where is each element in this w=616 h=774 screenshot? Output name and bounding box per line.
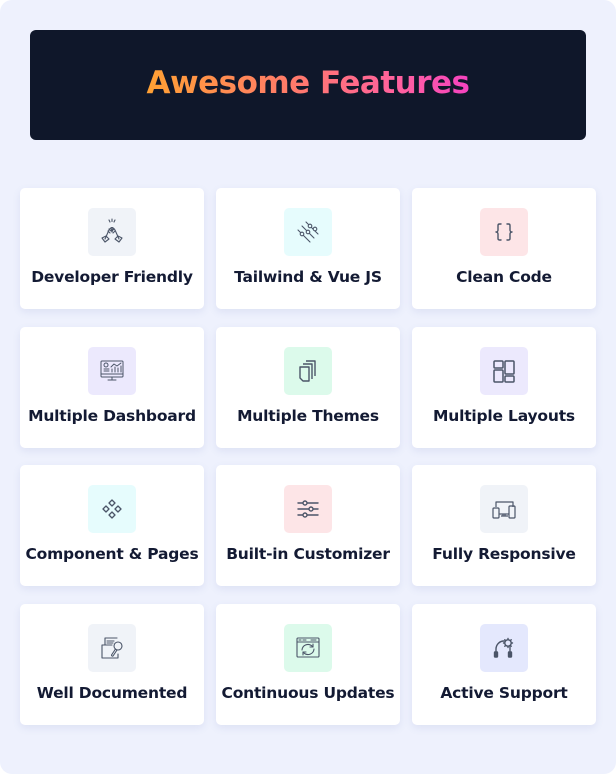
- feature-card-multiple-themes[interactable]: Multiple Themes: [216, 326, 400, 448]
- feature-card-well-documented[interactable]: Well Documented: [20, 603, 204, 725]
- icon-box: [284, 623, 332, 672]
- icon-box: [88, 623, 136, 672]
- icon-box: [284, 485, 332, 533]
- feature-card-continuous-updates[interactable]: Continuous Updates: [216, 603, 400, 725]
- icon-box: [284, 208, 332, 256]
- features-banner: Awesome Features: [30, 30, 586, 140]
- feature-label: Tailwind & Vue JS: [234, 268, 382, 286]
- feature-card-multiple-layouts[interactable]: Multiple Layouts: [412, 326, 596, 448]
- feature-card-built-in-customizer[interactable]: Built-in Customizer: [216, 465, 400, 586]
- feature-label: Built-in Customizer: [226, 545, 390, 563]
- icon-box: [284, 346, 332, 395]
- icon-box: [88, 208, 136, 256]
- sliders-diagonal-icon: [297, 221, 319, 243]
- browser-refresh-icon: [296, 636, 320, 658]
- icon-box: [480, 485, 528, 533]
- feature-card-clean-code[interactable]: Clean Code: [412, 188, 596, 309]
- icon-box: [480, 208, 528, 256]
- sliders-horizontal-icon: [297, 500, 319, 518]
- feature-label: Multiple Themes: [237, 406, 379, 425]
- feature-card-active-support[interactable]: Active Support: [412, 603, 596, 725]
- icon-box: [88, 346, 136, 395]
- icon-box: [88, 485, 136, 533]
- components-diamond-icon: [102, 499, 122, 519]
- feature-card-multiple-dashboard[interactable]: Multiple Dashboard: [20, 326, 204, 448]
- banner-title: Awesome Features: [146, 65, 470, 101]
- icon-box: [480, 346, 528, 395]
- feature-card-component-pages[interactable]: Component & Pages: [20, 465, 204, 586]
- feature-label: Fully Responsive: [432, 545, 576, 563]
- responsive-devices-icon: [492, 501, 516, 519]
- document-search-icon: [101, 636, 123, 659]
- feature-label: Multiple Dashboard: [28, 406, 196, 425]
- features-grid: Developer Friendly Tailwind & Vue JS Cle…: [20, 188, 596, 725]
- feature-card-developer-friendly[interactable]: Developer Friendly: [20, 188, 204, 309]
- feature-label: Clean Code: [456, 268, 552, 286]
- headset-gear-icon: [493, 637, 514, 658]
- feature-label: Continuous Updates: [221, 683, 395, 702]
- layout-grid-icon: [493, 359, 515, 383]
- feature-label: Developer Friendly: [31, 268, 193, 286]
- high-five-icon: [101, 218, 123, 243]
- feature-label: Active Support: [440, 683, 568, 702]
- icon-box: [480, 623, 528, 672]
- feature-card-tailwind-vue[interactable]: Tailwind & Vue JS: [216, 188, 400, 309]
- feature-label: Multiple Layouts: [433, 406, 575, 425]
- features-page: Awesome Features Developer Friendly Tail…: [0, 0, 616, 774]
- feature-card-fully-responsive[interactable]: Fully Responsive: [412, 465, 596, 586]
- curly-braces-icon: [495, 223, 513, 241]
- feature-label: Well Documented: [36, 683, 188, 702]
- feature-label: Component & Pages: [25, 545, 199, 563]
- stacked-pages-icon: [299, 359, 316, 382]
- monitor-dashboard-icon: [100, 360, 124, 380]
